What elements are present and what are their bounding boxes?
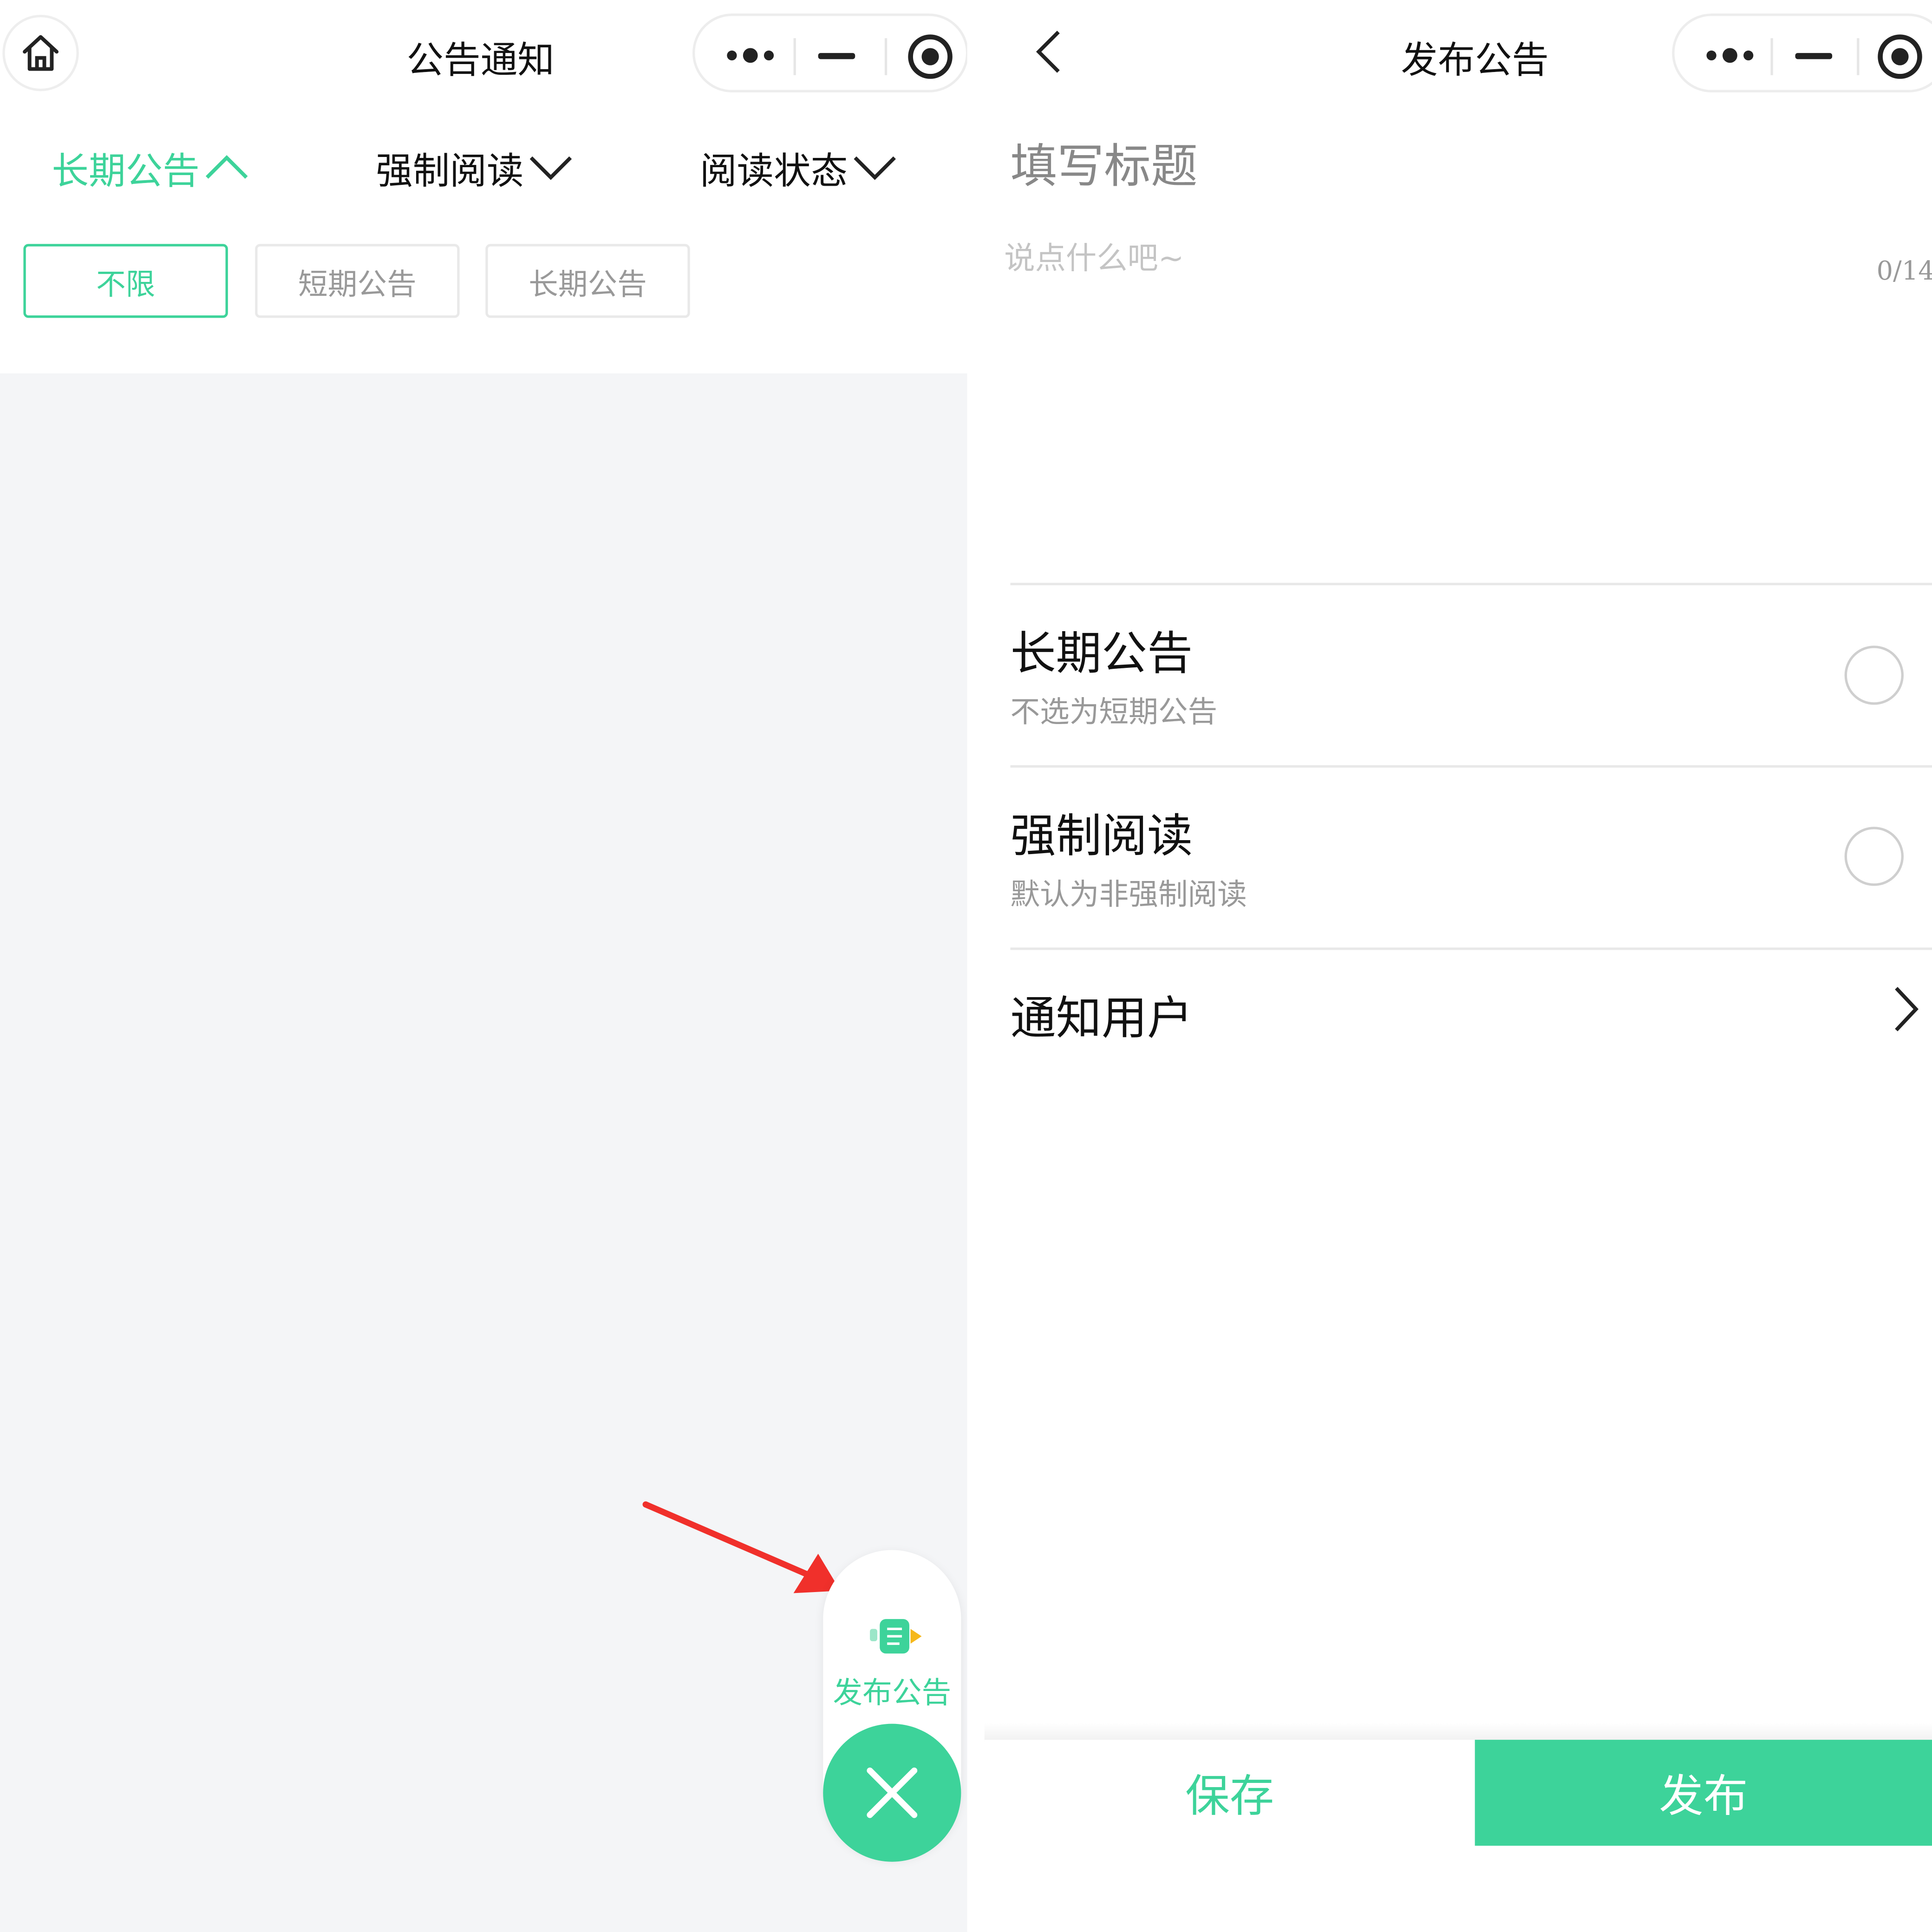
chevron-down-icon xyxy=(529,156,572,180)
filter-tab-label: 长期公告 xyxy=(52,150,200,194)
chevron-right-icon xyxy=(1895,987,1919,1031)
option-long-term-subtitle: 不选为短期公告 xyxy=(1010,695,1218,730)
annotation-arrow-icon xyxy=(642,1501,841,1593)
long-term-radio[interactable] xyxy=(1844,646,1904,705)
home-icon xyxy=(23,35,59,71)
notice-list-screen: 公告通知 长期公告 强制阅读 阅读状态 不限 短期公告 长期公告 发布公告 xyxy=(0,0,969,1932)
mini-program-capsule xyxy=(692,13,969,92)
option-long-term-title: 长期公告 xyxy=(1010,627,1193,680)
chevron-up-icon xyxy=(205,155,248,179)
filter-tab-read-status[interactable]: 阅读状态 xyxy=(700,140,897,195)
filter-tab-forced-read[interactable]: 强制阅读 xyxy=(376,140,573,195)
divider xyxy=(1010,947,1932,950)
filter-tab-long-term[interactable]: 长期公告 xyxy=(52,140,248,195)
back-arrow-icon[interactable] xyxy=(1029,27,1066,76)
notice-list-area xyxy=(0,373,967,1932)
close-miniprogram-icon[interactable] xyxy=(1877,33,1924,80)
minimize-icon[interactable] xyxy=(1795,53,1833,59)
bottom-bar-shadow xyxy=(984,1722,1932,1743)
fab-close-button[interactable] xyxy=(823,1723,961,1862)
chip-long-term[interactable]: 长期公告 xyxy=(485,244,690,318)
char-counter: 0/140 xyxy=(1876,256,1932,286)
minimize-icon[interactable] xyxy=(818,53,855,59)
option-forced-read-subtitle: 默认为非强制阅读 xyxy=(1010,877,1247,912)
close-icon xyxy=(867,1767,918,1818)
page-title: 发布公告 xyxy=(1401,39,1549,83)
forced-read-radio[interactable] xyxy=(1844,827,1904,886)
save-button[interactable]: 保存 xyxy=(984,1740,1475,1846)
publish-notice-button[interactable]: 发布公告 xyxy=(828,1668,956,1711)
page-title: 公告通知 xyxy=(406,39,555,83)
notify-users-item[interactable]: 通知用户 xyxy=(1011,981,1193,1047)
more-icon[interactable] xyxy=(724,41,776,71)
publish-notice-screen: 发布公告 填写标题 说点什么吧~ 0/140 长期公告 不选为短期公告 强制阅读… xyxy=(967,0,1932,1932)
more-icon[interactable] xyxy=(1704,41,1756,71)
mini-program-capsule xyxy=(1672,13,1932,92)
title-input[interactable]: 填写标题 xyxy=(1011,128,1198,196)
option-forced-read-title: 强制阅读 xyxy=(1010,809,1193,863)
chip-unlimited[interactable]: 不限 xyxy=(23,244,228,318)
filter-tab-label: 强制阅读 xyxy=(376,150,524,194)
publish-notice-icon[interactable] xyxy=(870,1617,924,1656)
chevron-down-icon xyxy=(854,156,896,180)
home-button[interactable] xyxy=(2,14,79,91)
divider xyxy=(1010,765,1932,768)
filter-bar: 长期公告 强制阅读 阅读状态 xyxy=(0,123,967,209)
nav-bar: 公告通知 xyxy=(0,0,969,113)
capsule-divider xyxy=(1770,38,1773,75)
capsule-divider xyxy=(884,38,888,75)
filter-tab-label: 阅读状态 xyxy=(699,150,848,194)
chip-short-term[interactable]: 短期公告 xyxy=(255,244,460,318)
content-textarea[interactable]: 说点什么吧~ xyxy=(1004,234,1184,279)
publish-button[interactable]: 发布 xyxy=(1475,1740,1932,1846)
close-miniprogram-icon[interactable] xyxy=(907,33,954,80)
divider xyxy=(1010,582,1932,586)
capsule-divider xyxy=(1857,38,1860,75)
capsule-divider xyxy=(793,38,796,75)
